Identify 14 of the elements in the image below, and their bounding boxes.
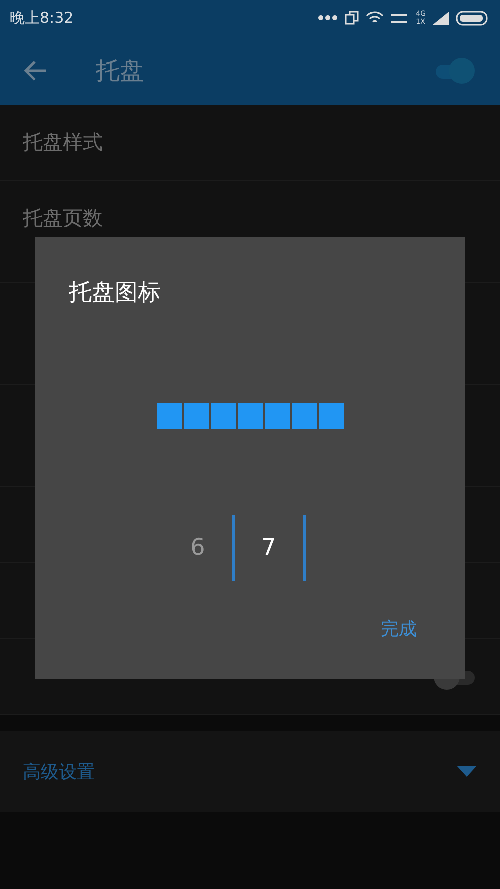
picker-option[interactable]: 7 [252, 535, 286, 561]
dialog-title: 托盘图标 [69, 279, 162, 308]
done-button[interactable]: 完成 [367, 613, 431, 645]
back-arrow-icon[interactable] [24, 58, 48, 82]
dropdown-triangle-icon[interactable] [457, 766, 477, 778]
more-dots-icon [318, 15, 338, 21]
screen-rotation-icon [345, 11, 360, 25]
setting-title: 托盘样式 [23, 129, 104, 156]
setting-title: 托盘页数 [23, 205, 104, 232]
picker-option[interactable]: 6 [181, 535, 215, 561]
page-title: 托盘 [96, 56, 145, 86]
wifi-icon [366, 11, 384, 25]
status-time: 晚上8:32 [10, 8, 75, 28]
battery-icon [456, 10, 490, 26]
